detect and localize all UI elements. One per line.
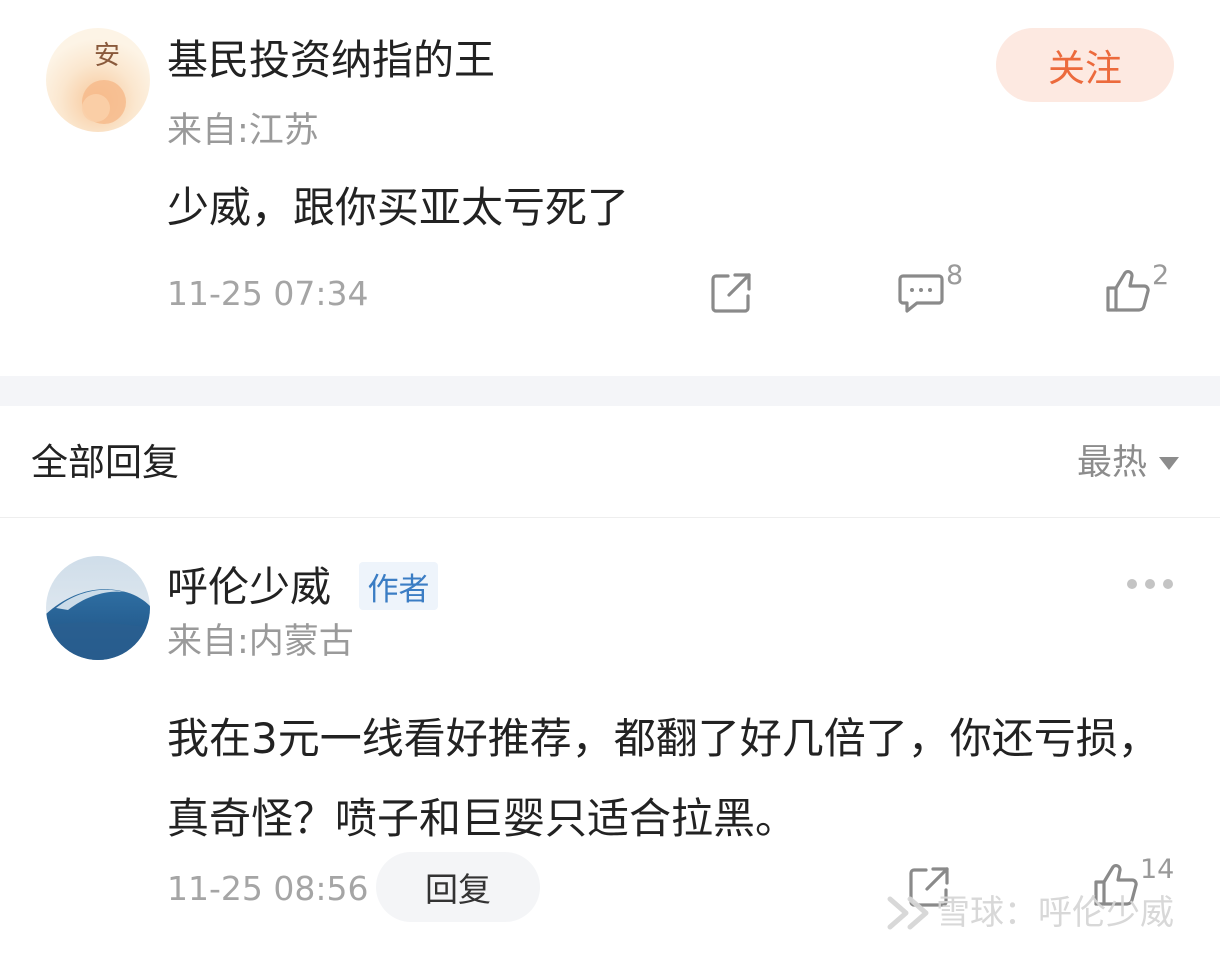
reply-location: 来自:内蒙古 bbox=[167, 622, 354, 662]
share-icon[interactable] bbox=[708, 270, 754, 320]
reply-content: 我在3元一线看好推荐，都翻了好几倍了，你还亏损，真奇怪？喷子和巨婴只适合拉黑。 bbox=[167, 714, 1160, 843]
avatar-text: 安 bbox=[94, 41, 120, 71]
sort-arrow-icon[interactable] bbox=[1159, 457, 1180, 470]
post-author-name[interactable]: 基民投资纳指的王 bbox=[167, 40, 495, 81]
author-badge: 作者 bbox=[359, 562, 438, 610]
post-timestamp: 11-25 07:34 bbox=[167, 274, 369, 313]
replies-title: 全部回复 bbox=[31, 441, 179, 484]
replies-header: 全部回复 最热 bbox=[0, 406, 1220, 518]
reply-author-avatar[interactable] bbox=[46, 556, 150, 660]
watermark: 雪球：呼伦少威 bbox=[886, 893, 1174, 933]
reply-button[interactable]: 回复 bbox=[376, 852, 540, 922]
sort-label[interactable]: 最热 bbox=[1077, 446, 1147, 481]
comment-icon[interactable] bbox=[897, 270, 945, 320]
follow-button[interactable]: 关注 bbox=[996, 28, 1174, 102]
sort-dropdown[interactable]: 最热 bbox=[1077, 446, 1180, 481]
reply-author-name[interactable]: 呼伦少威 bbox=[167, 567, 331, 608]
reply-item: 呼伦少威 作者 来自:内蒙古 我在3元一线看好推荐，都翻了好几倍了，你还亏损，真… bbox=[0, 519, 1220, 953]
section-separator bbox=[0, 376, 1220, 406]
post-location: 来自:江苏 bbox=[167, 111, 319, 151]
post-content: 少威，跟你买亚太亏死了 bbox=[167, 183, 630, 232]
comment-count: 8 bbox=[946, 260, 964, 291]
like-count: 2 bbox=[1152, 260, 1170, 291]
post-author-avatar[interactable]: 安 bbox=[46, 28, 150, 132]
more-icon[interactable] bbox=[1127, 579, 1173, 589]
reply-timestamp: 11-25 08:56 bbox=[167, 869, 369, 908]
reply-like-count: 14 bbox=[1140, 854, 1175, 885]
original-post: 安 基民投资纳指的王 关注 来自:江苏 少威，跟你买亚太亏死了 11-25 07… bbox=[0, 0, 1220, 376]
xueqiu-logo-icon bbox=[887, 896, 929, 930]
like-icon[interactable] bbox=[1104, 268, 1152, 318]
watermark-text: 雪球：呼伦少威 bbox=[936, 893, 1174, 933]
